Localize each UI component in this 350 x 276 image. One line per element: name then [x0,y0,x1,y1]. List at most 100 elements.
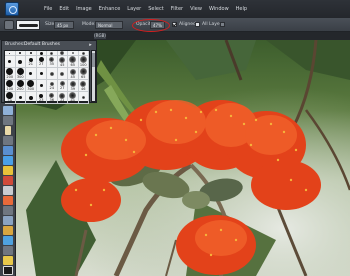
red-eye-tool-icon[interactable] [3,176,13,185]
brush-tip[interactable] [15,56,26,68]
menu-window[interactable]: Window [209,6,229,12]
document-strip [0,32,350,40]
brush-tool-icon[interactable] [3,196,13,205]
brush-tip[interactable]: 35 [47,56,58,68]
brush-tip[interactable]: 21 [26,56,37,68]
brush-preset-picker[interactable] [16,20,40,30]
brush-tip[interactable]: 200 [15,80,26,92]
foreground-color-icon[interactable] [3,266,13,275]
brush-size-label: 300 [16,75,24,79]
gradient-tool-icon[interactable] [3,226,13,235]
mode-select[interactable]: Normal [95,21,123,29]
brush-tip[interactable] [26,92,37,104]
crop-tool-icon[interactable] [3,136,13,145]
brush-tip-preview [6,80,14,87]
brush-tip-preview [81,96,85,99]
brush-tip[interactable]: 300 [15,68,26,80]
brush-tip[interactable] [36,68,47,80]
menu-help[interactable]: Help [236,6,247,12]
brush-tip-preview [16,68,24,75]
clone-stamp-tool-icon[interactable] [3,186,13,195]
spot-healing-tool-icon[interactable] [3,166,13,175]
brush-size-label: 200 [6,75,14,79]
brush-tip[interactable]: 100 [5,80,16,92]
menu-view[interactable]: View [190,6,202,12]
brush-size-label: 36 [49,98,54,102]
tool-options-bar: Size: 45 px Mode: Normal Opacity: 47% Al… [0,18,350,32]
eraser-tool-icon[interactable] [3,206,13,215]
brush-tip-preview [39,84,43,87]
brush-tip[interactable]: 200 [5,68,16,80]
brush-size-label: 65 [81,75,86,79]
brush-tip[interactable] [15,92,26,104]
size-field[interactable]: 45 px [54,21,74,29]
menu-edit[interactable]: Edit [59,6,69,12]
brush-tip-preview [49,71,54,76]
paint-bucket-tool-icon[interactable] [3,216,13,225]
brush-tip[interactable]: 300 [26,80,37,92]
brush-size-label: 44 [60,98,65,103]
menu-file[interactable]: File [44,6,52,12]
zoom-tool-icon[interactable] [3,116,13,125]
document-tab[interactable]: (RGB) [94,33,106,39]
brush-tip[interactable]: 23 [36,92,47,104]
brush-tip[interactable]: 59 [5,92,16,104]
type-tool-icon[interactable] [5,126,11,135]
panel-menu-icon[interactable]: ▸ [87,42,94,48]
brush-tip[interactable] [57,68,68,80]
brush-tip-preview [6,68,14,75]
shape-tool-icon[interactable] [3,236,13,245]
brush-tip[interactable] [26,68,37,80]
app-logo-icon[interactable] [5,2,19,16]
brush-library-select[interactable]: Default Brushes [24,42,60,47]
brush-tip-preview [39,51,43,55]
brush-tip[interactable]: 65 [68,56,79,68]
brush-size-label: 45 [70,74,75,79]
brush-tip[interactable]: 44 [57,92,68,104]
sponge-tool-icon[interactable] [3,256,13,265]
brush-tip[interactable]: 60 [68,92,79,104]
menu-enhance[interactable]: Enhance [99,6,121,12]
brush-tip[interactable]: 36 [47,92,58,104]
brush-tip[interactable] [36,80,47,92]
options-extra-button[interactable] [220,22,225,27]
tool-preset-icon[interactable] [4,20,14,30]
brush-tip[interactable]: 45 [68,68,79,80]
brush-tip[interactable]: 39 [68,80,79,92]
brush-size-label: 27 [39,62,44,66]
brush-tip[interactable]: 27 [36,56,47,68]
menu-layer[interactable]: Layer [127,6,141,12]
all-layers-checkbox[interactable] [195,22,200,27]
menu-image[interactable]: Image [76,6,92,12]
menu-filter[interactable]: Filter [171,6,183,12]
brush-tip[interactable]: 27 [57,80,68,92]
menu-select[interactable]: Select [148,6,163,12]
aligned-checkbox[interactable] [172,22,177,27]
brush-size-label: 200 [16,87,24,91]
brush-tip[interactable] [47,68,58,80]
menu-items: File Edit Image Enhance Layer Select Fil… [44,0,247,18]
brush-grid: 21 27 35 45 65 100 200 300 45 65 100 200 300 24 27 39 46… [4,50,90,104]
brush-tip-preview [8,60,12,63]
brush-size-label: 24 [49,85,54,90]
selection-brush-tool-icon[interactable] [3,146,13,155]
magic-wand-tool-icon[interactable] [3,156,13,165]
brush-size-label: 39 [70,86,75,91]
brush-tip[interactable]: 100 [78,56,89,68]
brush-size-label: 27 [60,86,65,90]
brush-tip-preview [27,80,35,87]
brush-scrollbar[interactable] [91,50,96,102]
brush-tip-preview [81,51,85,55]
brush-tip-preview [6,92,14,99]
brush-tip[interactable]: 45 [57,56,68,68]
menu-bar: File Edit Image Enhance Layer Select Fil… [0,0,350,18]
brush-tip[interactable]: 46 [78,80,89,92]
blur-tool-icon[interactable] [3,246,13,255]
brush-tip[interactable]: 24 [47,80,58,92]
brush-scrollbar-thumb[interactable] [92,53,95,67]
brush-tip[interactable] [78,92,89,104]
move-tool-icon[interactable] [3,106,13,115]
mode-label: Mode: [82,22,96,27]
brush-tip[interactable] [5,56,16,68]
brush-tip[interactable]: 65 [78,68,89,80]
